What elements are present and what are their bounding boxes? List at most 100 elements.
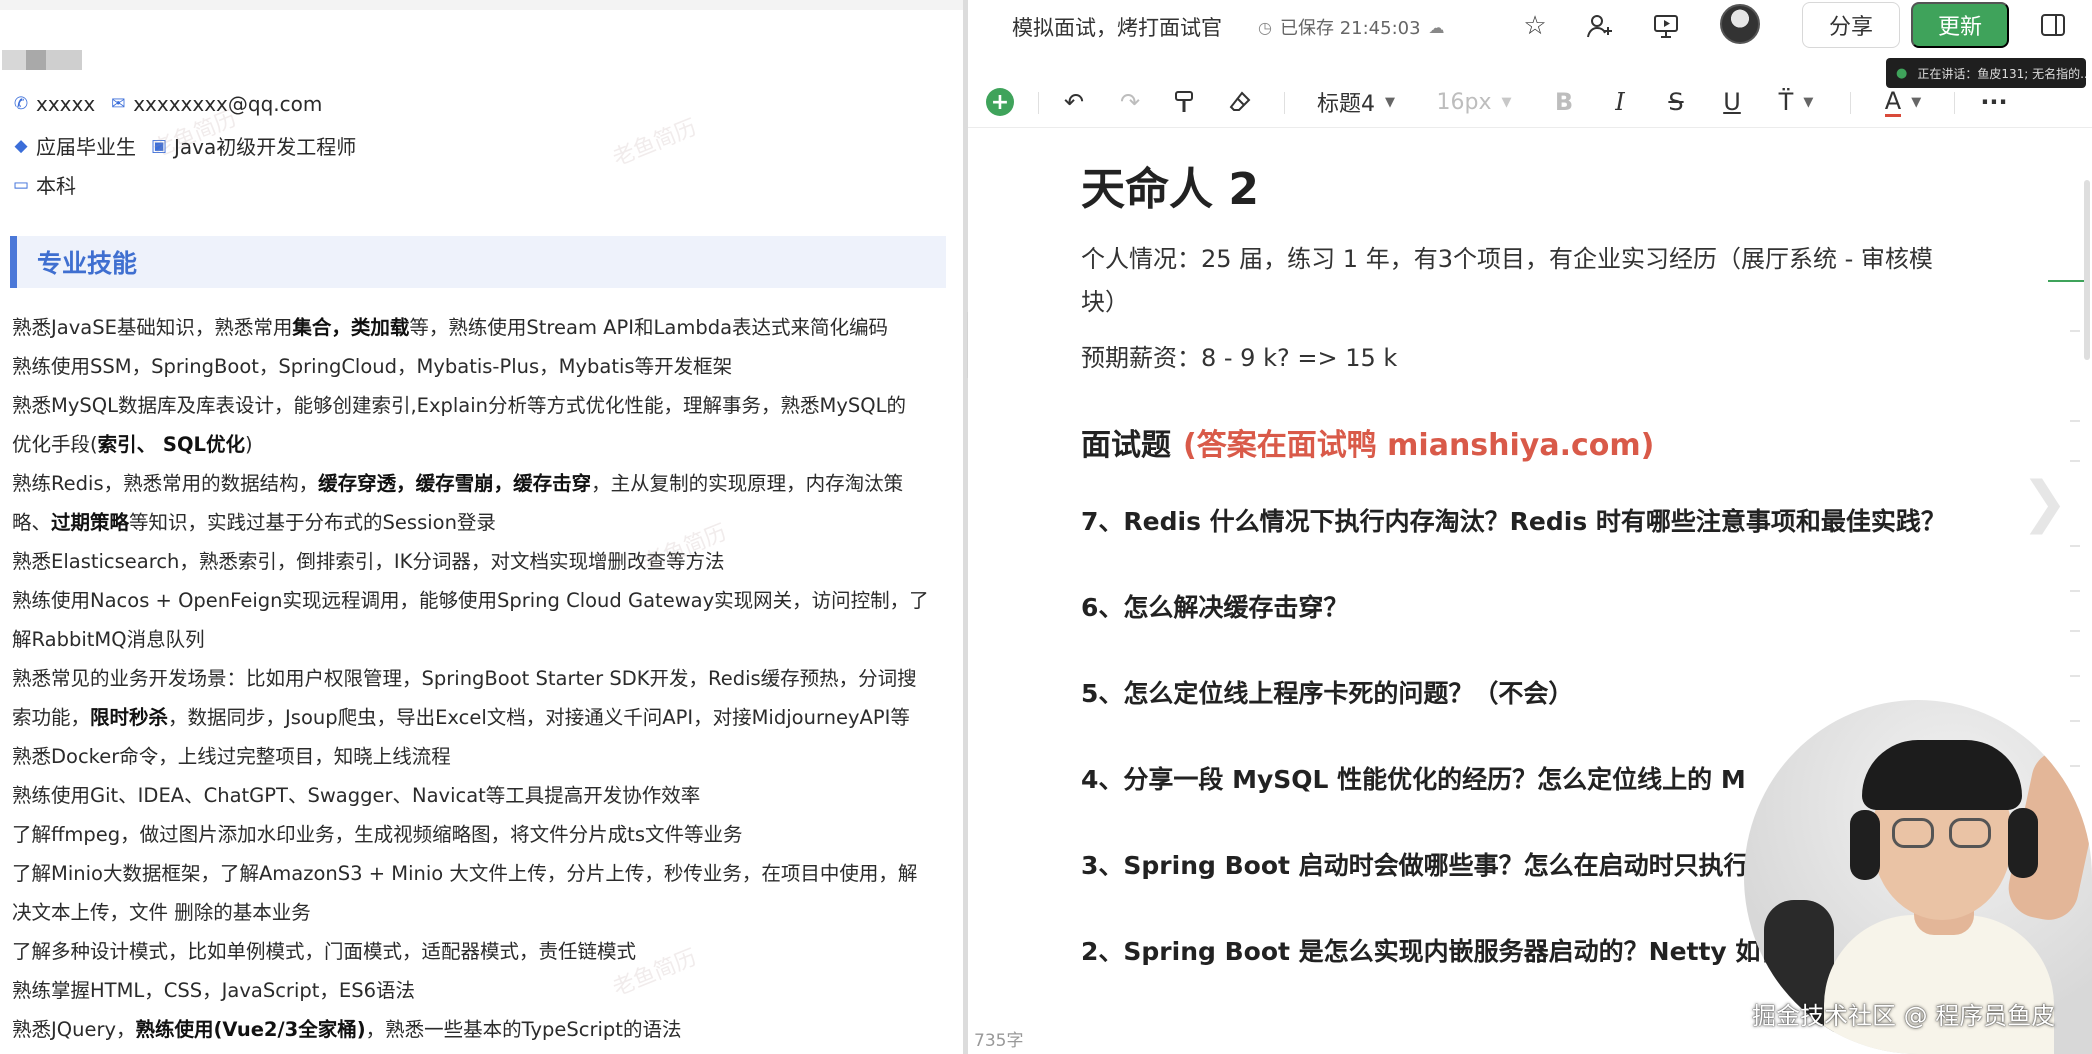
doc-personal-info[interactable]: 个人情况：25 届，练习 1 年，有3个项目，有企业实习经历（展厅系统 - 审核… xyxy=(1081,238,1961,324)
skill-text: 熟悉MySQL数据库及库表设计，能够创建索引,Explain分析等方式优化性能，… xyxy=(12,394,906,417)
doc-heading-2[interactable]: 面试题 (答案在面试鸭 mianshiya.com) xyxy=(1081,424,1981,468)
phone-text: xxxxx xyxy=(36,92,96,116)
status-text: 应届毕业生 xyxy=(36,135,136,159)
redacted-name xyxy=(2,50,82,70)
toolbar-divider xyxy=(1284,92,1285,114)
job-title-text: Java初级开发工程师 xyxy=(174,135,357,159)
skill-line: 熟悉Elasticsearch，熟悉索引，倒排索引，IK分词器，对文档实现增删改… xyxy=(12,542,947,581)
skill-text: 熟练Redis，熟悉常用的数据结构， xyxy=(12,472,319,495)
skill-text: 索功能， xyxy=(12,706,91,729)
contact-row: ✆ xxxxx ✉ xxxxxxxx@qq.com xyxy=(12,92,322,116)
doc-salary[interactable]: 预期薪资：8 - 9 k? => 15 k xyxy=(1081,337,1981,380)
save-status: ◷ 已保存 21:45:03 ☁ xyxy=(1258,14,1445,40)
word-count: 735字 xyxy=(974,1031,1024,1051)
chevron-down-icon: ▼ xyxy=(1501,94,1512,110)
ruler-tick xyxy=(2070,330,2080,332)
update-button[interactable]: 更新 xyxy=(1911,2,2009,48)
ruler-tick xyxy=(2070,675,2080,677)
undo-icon[interactable]: ↶ xyxy=(1056,84,1092,120)
text-style-select[interactable]: T̈ ▼ xyxy=(1768,84,1824,120)
skill-line: 了解Minio大数据框架，了解AmazonS3 + Minio 大文件上传，分片… xyxy=(12,854,947,893)
question-item[interactable]: 7、Redis 什么情况下执行内存淘汰？Redis 时有哪些注意事项和最佳实践？ xyxy=(1081,504,1981,590)
education-text: 本科 xyxy=(36,174,76,198)
skill-text: ，数据同步，Jsoup爬虫，导出Excel文档，对接通义千问API，对接Midj… xyxy=(168,706,910,729)
strikethrough-button[interactable]: S xyxy=(1658,84,1694,120)
chevron-down-icon: ▼ xyxy=(1803,94,1814,110)
bold-button[interactable]: B xyxy=(1546,84,1582,120)
skill-keyword: 缓存穿透，缓存雪崩，缓存击穿 xyxy=(318,472,592,495)
font-color-select[interactable]: A ▼ xyxy=(1870,84,1936,120)
cam-headphones xyxy=(1850,810,1880,880)
user-avatar[interactable] xyxy=(1720,4,1760,44)
skill-text: 熟练使用SSM，SpringBoot，SpringCloud，Mybatis-P… xyxy=(12,355,733,378)
cam-glasses xyxy=(1892,818,1934,848)
phone-icon: ✆ xyxy=(13,94,29,114)
skill-text: 了解ffmpeg，做过图片添加水印业务，生成视频缩略图，将文件分片成ts文件等业… xyxy=(12,823,743,846)
skill-text: 熟悉常见的业务开发场景：比如用户权限管理，SpringBoot Starter … xyxy=(12,667,917,690)
skill-text: 等知识，实践过基于分布式的Session登录 xyxy=(129,511,496,534)
ruler-tick-active xyxy=(2048,280,2088,282)
toolbar-divider xyxy=(1850,92,1851,114)
skill-text: 决文本上传，文件 删除的基本业务 xyxy=(12,901,311,924)
star-icon[interactable]: ☆ xyxy=(1517,8,1553,44)
doc-heading-1[interactable]: 天命人 2 xyxy=(1081,160,1981,220)
scrollbar-thumb[interactable] xyxy=(2084,180,2090,360)
skills-list: 熟悉JavaSE基础知识，熟悉常用集合，类加载等，熟练使用Stream API和… xyxy=(12,308,947,1049)
skill-text: 等，熟练使用Stream API和Lambda表达式来简化编码 xyxy=(409,316,889,339)
clear-format-eraser-icon[interactable] xyxy=(1222,84,1258,120)
education-row: ▭ 本科 xyxy=(12,170,76,199)
skill-line: 熟练掌握HTML，CSS，JavaScript，ES6语法 xyxy=(12,971,947,1010)
id-card-icon: ▣ xyxy=(150,135,168,156)
cam-glasses xyxy=(1949,818,1991,848)
chevron-right-icon[interactable]: ❯ xyxy=(2021,470,2068,535)
skill-line: 索功能，限时秒杀，数据同步，Jsoup爬虫，导出Excel文档，对接通义千问AP… xyxy=(12,698,947,737)
cloud-icon: ☁ xyxy=(1428,17,1445,37)
tag-icon: ◆ xyxy=(14,135,28,156)
skill-line: 熟练使用SSM，SpringBoot，SpringCloud，Mybatis-P… xyxy=(12,347,947,386)
question-item[interactable]: 6、怎么解决缓存击穿？ xyxy=(1081,590,1981,676)
editor-topbar: 模拟面试，烤打面试官 ◷ 已保存 21:45:03 ☁ ☆ 分享 更新 xyxy=(968,0,2092,52)
insert-block-plus-icon[interactable]: + xyxy=(986,88,1014,116)
section-title-skills: 专业技能 xyxy=(10,236,946,288)
skill-text: ，主从复制的实现原理，内存淘汰策 xyxy=(591,472,904,495)
skill-keyword: 过期策略 xyxy=(51,511,130,534)
format-painter-icon[interactable] xyxy=(1166,84,1202,120)
share-button[interactable]: 分享 xyxy=(1802,2,1900,48)
ruler-tick xyxy=(2070,630,2080,632)
skill-line: 熟练Redis，熟悉常用的数据结构，缓存穿透，缓存雪崩，缓存击穿，主从复制的实现… xyxy=(12,464,947,503)
skill-line: 解RabbitMQ消息队列 xyxy=(12,620,947,659)
mail-icon: ✉ xyxy=(111,94,126,114)
redo-icon[interactable]: ↷ xyxy=(1112,84,1148,120)
resume-top-strip xyxy=(0,0,963,10)
italic-button[interactable]: I xyxy=(1602,84,1638,120)
skill-line: 熟练使用Nacos + OpenFeign实现远程调用，能够使用Spring C… xyxy=(12,581,947,620)
presentation-icon[interactable] xyxy=(1648,8,1684,44)
skill-text: ) xyxy=(244,433,253,456)
skill-text: 熟悉JavaSE基础知识，熟悉常用 xyxy=(12,316,293,339)
ruler-tick xyxy=(2070,720,2080,722)
skill-line: 熟悉常见的业务开发场景：比如用户权限管理，SpringBoot Starter … xyxy=(12,659,947,698)
underline-button[interactable]: U xyxy=(1714,84,1750,120)
font-color-a-icon: A xyxy=(1884,86,1902,117)
heading-select[interactable]: 标题4 ▼ xyxy=(1306,84,1406,120)
heading-select-value: 标题4 xyxy=(1317,92,1375,117)
more-options-icon[interactable]: ··· xyxy=(1974,84,2014,120)
skill-text: 熟悉Elasticsearch，熟悉索引，倒排索引，IK分词器，对文档实现增删改… xyxy=(12,550,725,573)
skill-line: 了解多种设计模式，比如单例模式，门面模式，适配器模式，责任链模式 xyxy=(12,932,947,971)
skill-text: 优化手段( xyxy=(12,433,98,456)
ruler-tick xyxy=(2070,590,2080,592)
chevron-down-icon: ▼ xyxy=(1911,94,1922,110)
font-size-value: 16px xyxy=(1436,89,1492,115)
sidebar-toggle-icon[interactable] xyxy=(2038,10,2068,40)
skill-line: 熟悉MySQL数据库及库表设计，能够创建索引,Explain分析等方式优化性能，… xyxy=(12,386,947,425)
skill-keyword: 索引、 SQL优化 xyxy=(97,433,245,456)
ruler-tick xyxy=(2070,460,2080,462)
skill-text: 略、 xyxy=(12,511,52,534)
font-size-select[interactable]: 16px ▼ xyxy=(1424,84,1524,120)
cam-headphones xyxy=(2008,808,2038,878)
skill-text: 熟悉JQuery， xyxy=(12,1018,136,1041)
skill-keyword: 集合，类加载 xyxy=(292,316,410,339)
add-collaborator-icon[interactable] xyxy=(1582,8,1618,44)
document-title[interactable]: 模拟面试，烤打面试官 xyxy=(1012,12,1222,42)
skill-text: 熟悉Docker命令，上线过完整项目，知晓上线流程 xyxy=(12,745,451,768)
